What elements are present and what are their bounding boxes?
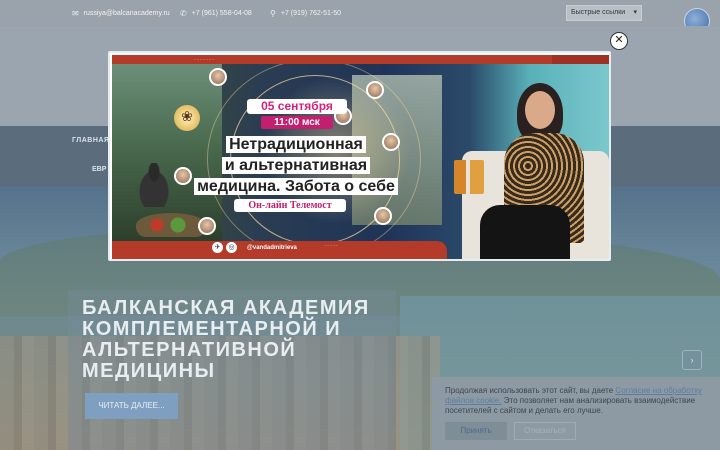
banner-title: Нетрадиционная и альтернативная медицина… bbox=[176, 134, 416, 197]
banner-dots-decor: ······· bbox=[194, 57, 215, 63]
nav-item-home[interactable]: ГЛАВНАЯ bbox=[72, 137, 109, 144]
banner-avatar bbox=[366, 81, 384, 99]
quick-links-label: Быстрые ссылки bbox=[571, 9, 626, 16]
banner-woman-face bbox=[525, 91, 555, 129]
banner-top-stripe-right bbox=[552, 55, 609, 64]
phone-1-text: +7 (961) 558-04-08 bbox=[191, 10, 252, 17]
banner-title-line-2: и альтернативная bbox=[221, 157, 371, 174]
phone-2-text: +7 (919) 762-51-50 bbox=[280, 10, 341, 17]
nav-item-europe[interactable]: ЕВР bbox=[92, 166, 106, 173]
banner-jars bbox=[454, 160, 484, 194]
banner-handle: @vandadmitrieva bbox=[247, 245, 297, 251]
cookie-text: Продолжая использовать этот сайт, вы дае… bbox=[445, 386, 713, 416]
chevron-down-icon: ▾ bbox=[633, 9, 637, 16]
banner-top-stripe bbox=[112, 55, 609, 64]
banner-meditation-badge: ❀ bbox=[174, 105, 200, 131]
banner-avatar bbox=[209, 68, 227, 86]
banner-time: 11:00 мск bbox=[261, 116, 333, 129]
banner-vegetables bbox=[136, 213, 206, 237]
top-bar: ✉ russiya@balcanacademy.ru ✆ +7 (961) 55… bbox=[0, 0, 720, 26]
read-more-button[interactable]: ЧИТАТЬ ДАЛЕЕ... bbox=[85, 393, 178, 419]
banner-date: 05 сентября bbox=[247, 99, 347, 114]
cookie-text-before: Продолжая использовать этот сайт, вы дае… bbox=[445, 386, 616, 395]
quick-links-dropdown[interactable]: Быстрые ссылки ▾ bbox=[566, 5, 642, 21]
banner-bottom-stripe bbox=[112, 241, 447, 259]
banner-title-line-1: Нетрадиционная bbox=[226, 136, 366, 153]
contact-phone-1[interactable]: ✆ +7 (961) 558-04-08 bbox=[180, 9, 252, 18]
web-icon: ◎ bbox=[226, 242, 237, 253]
banner-subtitle: Он-лайн Телемост bbox=[234, 199, 346, 212]
banner-social-icons: ✈ ◎ bbox=[212, 242, 237, 253]
promo-modal: ······· ❀ 05 сентября 11:00 мск Нетрадиц… bbox=[108, 51, 611, 261]
phone-icon: ✆ bbox=[180, 9, 187, 18]
contact-phone-2[interactable]: ⚲ +7 (919) 762-51-50 bbox=[270, 9, 341, 18]
banner-dots-decor-2: ····· bbox=[324, 243, 339, 249]
contact-email[interactable]: ✉ russiya@balcanacademy.ru bbox=[72, 9, 170, 18]
banner-yoga-figures bbox=[134, 163, 174, 207]
map-pin-icon: ⚲ bbox=[270, 9, 276, 18]
banner-avatar bbox=[374, 207, 392, 225]
slider-next-icon[interactable]: › bbox=[682, 350, 702, 370]
envelope-icon: ✉ bbox=[72, 9, 79, 18]
telegram-icon: ✈ bbox=[212, 242, 223, 253]
email-text: russiya@balcanacademy.ru bbox=[83, 10, 170, 17]
cookie-accept-button[interactable]: Принять bbox=[445, 422, 507, 440]
banner-title-line-3: медицина. Забота о себе bbox=[194, 178, 398, 195]
banner-avatar bbox=[198, 217, 216, 235]
lotus-icon: ❀ bbox=[181, 108, 193, 124]
banner-woman-skirt bbox=[480, 205, 570, 259]
close-icon[interactable]: ✕ bbox=[610, 32, 628, 50]
cookie-decline-button[interactable]: Отказаться bbox=[514, 422, 576, 440]
hero-title: БАЛКАНСКАЯ АКАДЕМИЯ КОМПЛЕМЕНТАРНОЙ И АЛ… bbox=[82, 297, 370, 382]
cookie-banner: Продолжая использовать этот сайт, вы дае… bbox=[432, 377, 720, 450]
promo-banner-image[interactable]: ······· ❀ 05 сентября 11:00 мск Нетрадиц… bbox=[112, 55, 609, 259]
